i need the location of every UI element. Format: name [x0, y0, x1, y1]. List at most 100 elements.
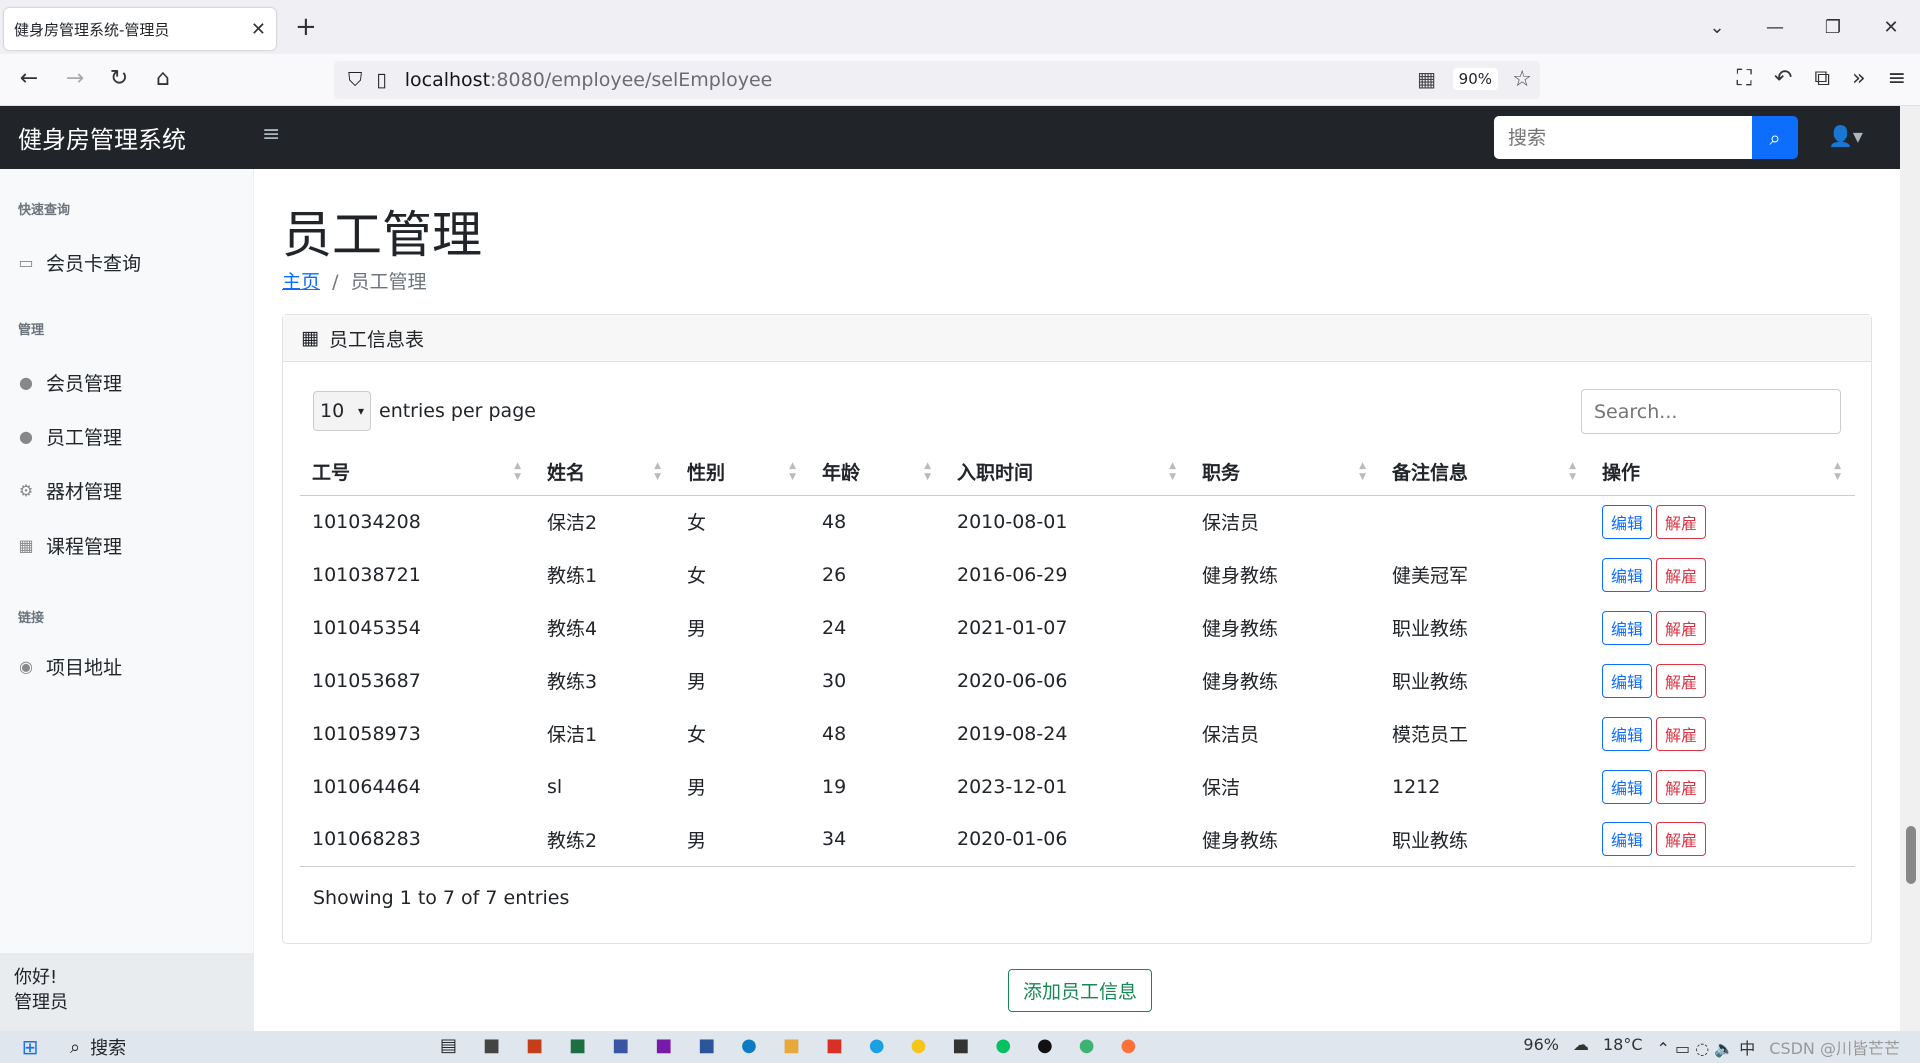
search-icon[interactable]: ⌕ — [1752, 116, 1798, 159]
browser-tab[interactable]: 健身房管理系统-管理员 ✕ — [4, 8, 276, 50]
table-search-input[interactable] — [1581, 389, 1841, 434]
column-header[interactable]: 姓名 ▲ ▼ — [535, 449, 675, 496]
zoom-level[interactable]: 90% — [1452, 68, 1498, 90]
column-header[interactable]: 工号 ▲ ▼ — [300, 449, 535, 496]
table-cell: 教练1 — [547, 565, 598, 587]
fire-button[interactable]: 解雇 — [1656, 557, 1707, 592]
fire-button[interactable]: 解雇 — [1656, 610, 1707, 645]
sidebar-item-employees[interactable]: ● 员工管理 — [18, 423, 122, 450]
user-menu-icon[interactable]: 👤▾ — [1828, 124, 1863, 148]
close-tab-icon[interactable]: ✕ — [251, 19, 266, 40]
edit-button[interactable]: 编辑 — [1602, 769, 1653, 804]
qq-icon[interactable]: ● — [1037, 1035, 1053, 1056]
intellij-icon[interactable]: ■ — [952, 1035, 969, 1056]
breadcrumb-home-link[interactable]: 主页 — [282, 271, 320, 293]
home-icon[interactable]: ⌂ — [148, 66, 178, 91]
undo-icon[interactable]: ↶ — [1774, 66, 1792, 91]
sort-icon[interactable]: ▲ ▼ — [1569, 461, 1576, 483]
sort-icon[interactable]: ▲ ▼ — [924, 461, 931, 483]
sort-icon[interactable]: ▲ ▼ — [1834, 461, 1841, 483]
table-cell: 模范员工 — [1392, 724, 1469, 746]
sidebar-item-courses[interactable]: ▦ 课程管理 — [18, 532, 122, 559]
app-icon[interactable]: ● — [1079, 1035, 1095, 1056]
firefox-icon[interactable]: ● — [1120, 1035, 1136, 1056]
app-icon[interactable]: ● — [911, 1035, 927, 1056]
back-icon[interactable]: ← — [14, 66, 44, 91]
sidebar-item-card-query[interactable]: ▭ 会员卡查询 — [18, 249, 141, 276]
excel-icon[interactable]: ■ — [569, 1035, 586, 1056]
sort-icon[interactable]: ▲ ▼ — [789, 461, 796, 483]
column-header[interactable]: 年龄 ▲ ▼ — [810, 449, 945, 496]
overflow-icon[interactable]: » — [1852, 66, 1865, 91]
per-page-control: 10 ▾ entries per page — [313, 391, 536, 431]
ie-icon[interactable]: ● — [869, 1035, 885, 1056]
tray-icons[interactable]: ⌃ ▭ ◌ 🔈 中 — [1657, 1035, 1756, 1059]
scrollbar-thumb[interactable] — [1906, 826, 1916, 884]
navbar-search-input[interactable] — [1494, 116, 1752, 159]
url-bar[interactable]: ⛉ ▯ localhost:8080/employee/selEmployee … — [334, 61, 1540, 99]
column-header[interactable]: 备注信息 ▲ ▼ — [1380, 449, 1590, 496]
visio-icon[interactable]: ■ — [612, 1035, 629, 1056]
card-title: 员工信息表 — [328, 328, 424, 351]
add-employee-button[interactable]: 添加员工信息 — [1008, 969, 1153, 1012]
edge-icon[interactable]: ● — [741, 1035, 757, 1056]
temperature[interactable]: 18°C — [1603, 1035, 1643, 1059]
extensions-icon[interactable]: ⧉ — [1814, 66, 1830, 91]
reload-icon[interactable]: ↻ — [104, 66, 134, 91]
battery-indicator[interactable]: 96% — [1523, 1035, 1559, 1059]
fire-button[interactable]: 解雇 — [1656, 716, 1707, 751]
page-scrollbar[interactable] — [1900, 106, 1920, 1031]
shield-icon[interactable]: ⛉ — [348, 69, 362, 91]
forward-icon[interactable]: → — [60, 66, 90, 91]
app-icon[interactable]: ■ — [483, 1035, 500, 1056]
edit-button[interactable]: 编辑 — [1602, 822, 1653, 857]
sidebar-item-project[interactable]: ◉ 项目地址 — [18, 653, 122, 680]
folder-icon[interactable]: ■ — [783, 1035, 800, 1056]
sort-icon[interactable]: ▲ ▼ — [1169, 461, 1176, 483]
column-header[interactable]: 入职时间 ▲ ▼ — [945, 449, 1190, 496]
task-view-icon[interactable]: ▤ — [440, 1035, 457, 1056]
fire-button[interactable]: 解雇 — [1656, 822, 1707, 857]
wechat-icon[interactable]: ● — [995, 1035, 1011, 1056]
sidebar-item-members[interactable]: ● 会员管理 — [18, 369, 122, 396]
qr-code-icon[interactable]: ▦ — [1417, 67, 1436, 91]
column-header[interactable]: 性别 ▲ ▼ — [675, 449, 810, 496]
sidebar-item-equipment[interactable]: ⚙ 器材管理 — [18, 477, 122, 504]
edit-button[interactable]: 编辑 — [1602, 716, 1653, 751]
table-cell: 101045354 — [312, 616, 421, 639]
fire-button[interactable]: 解雇 — [1656, 769, 1707, 804]
onenote-icon[interactable]: ■ — [655, 1035, 672, 1056]
word-icon[interactable]: ■ — [698, 1035, 715, 1056]
brand-title[interactable]: 健身房管理系统 — [18, 120, 186, 155]
minimize-icon[interactable]: — — [1746, 17, 1804, 38]
new-tab-icon[interactable]: + — [295, 12, 317, 42]
fire-button[interactable]: 解雇 — [1656, 504, 1707, 539]
list-tabs-icon[interactable]: ⌄ — [1688, 17, 1746, 38]
sort-icon[interactable]: ▲ ▼ — [654, 461, 661, 483]
powerpoint-icon[interactable]: ■ — [526, 1035, 543, 1056]
sort-icon[interactable]: ▲ ▼ — [1359, 461, 1366, 483]
menu-icon[interactable]: ≡ — [1888, 66, 1906, 91]
wps-icon[interactable]: ■ — [826, 1035, 843, 1056]
column-header[interactable]: 操作 ▲ ▼ — [1590, 449, 1855, 496]
restore-icon[interactable]: ❐ — [1804, 17, 1862, 38]
sidebar-toggle-icon[interactable]: ≡ — [262, 122, 280, 147]
employee-table: 工号 ▲ ▼ 姓名 ▲ ▼ 性别 ▲ ▼ 年龄 ▲ ▼ 入职时间 ▲ ▼ 职务 ▲ ▼ 备注信息 ▲ ▼ 操作 ▲ ▼ 101… — [300, 449, 1855, 867]
screenshot-icon[interactable]: ⛶ — [1737, 66, 1752, 91]
table-row: 101058973 保洁1 女 48 2019-08-24 保洁员 模范员工 编辑 解雇 — [300, 707, 1855, 760]
close-window-icon[interactable]: ✕ — [1862, 17, 1920, 38]
edit-button[interactable]: 编辑 — [1602, 663, 1653, 698]
footer-user: 管理员 — [14, 992, 68, 1013]
edit-button[interactable]: 编辑 — [1602, 557, 1653, 592]
fire-button[interactable]: 解雇 — [1656, 663, 1707, 698]
column-header[interactable]: 职务 ▲ ▼ — [1190, 449, 1380, 496]
windows-start-icon[interactable]: ⊞ — [0, 1035, 60, 1059]
sort-icon[interactable]: ▲ ▼ — [514, 461, 521, 483]
table-cell: 女 — [687, 512, 707, 535]
bookmark-star-icon[interactable]: ☆ — [1512, 67, 1532, 92]
edit-button[interactable]: 编辑 — [1602, 504, 1653, 539]
taskbar-search[interactable]: ⌕ 搜索 — [70, 1034, 126, 1060]
table-cell: 26 — [822, 563, 847, 586]
per-page-select[interactable]: 10 ▾ — [313, 391, 371, 431]
edit-button[interactable]: 编辑 — [1602, 610, 1653, 645]
